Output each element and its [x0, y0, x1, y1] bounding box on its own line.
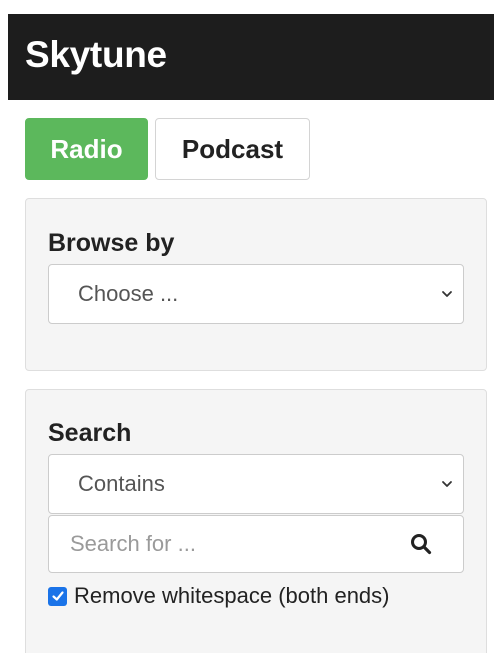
tab-podcast[interactable]: Podcast	[155, 118, 310, 180]
search-mode-select[interactable]: Contains	[48, 454, 464, 514]
search-box	[48, 515, 464, 573]
search-input[interactable]	[49, 516, 389, 572]
page: Skytune Radio Podcast Browse by Choose .…	[0, 0, 494, 653]
chevron-down-icon	[442, 481, 452, 487]
tab-radio[interactable]: Radio	[25, 118, 148, 180]
browse-by-select-value: Choose ...	[78, 281, 179, 306]
search-heading: Search	[48, 419, 132, 447]
chevron-down-icon	[442, 291, 452, 297]
app-header: Skytune	[8, 14, 494, 100]
browse-by-select[interactable]: Choose ...	[48, 264, 464, 324]
tab-bar: Radio Podcast	[25, 118, 310, 180]
trim-whitespace-checkbox[interactable]	[48, 586, 67, 606]
browse-panel: Browse by Choose ...	[25, 198, 487, 371]
app-title: Skytune	[25, 34, 167, 75]
search-mode-select-value: Contains	[78, 471, 165, 496]
search-icon[interactable]	[409, 532, 433, 556]
trim-whitespace-label[interactable]: Remove whitespace (both ends)	[74, 583, 390, 609]
trim-whitespace-row: Remove whitespace (both ends)	[48, 583, 390, 609]
browse-heading: Browse by	[48, 229, 175, 257]
search-panel: Search Contains Remove whitespace (both …	[25, 389, 487, 653]
checkmark-icon	[51, 591, 64, 601]
